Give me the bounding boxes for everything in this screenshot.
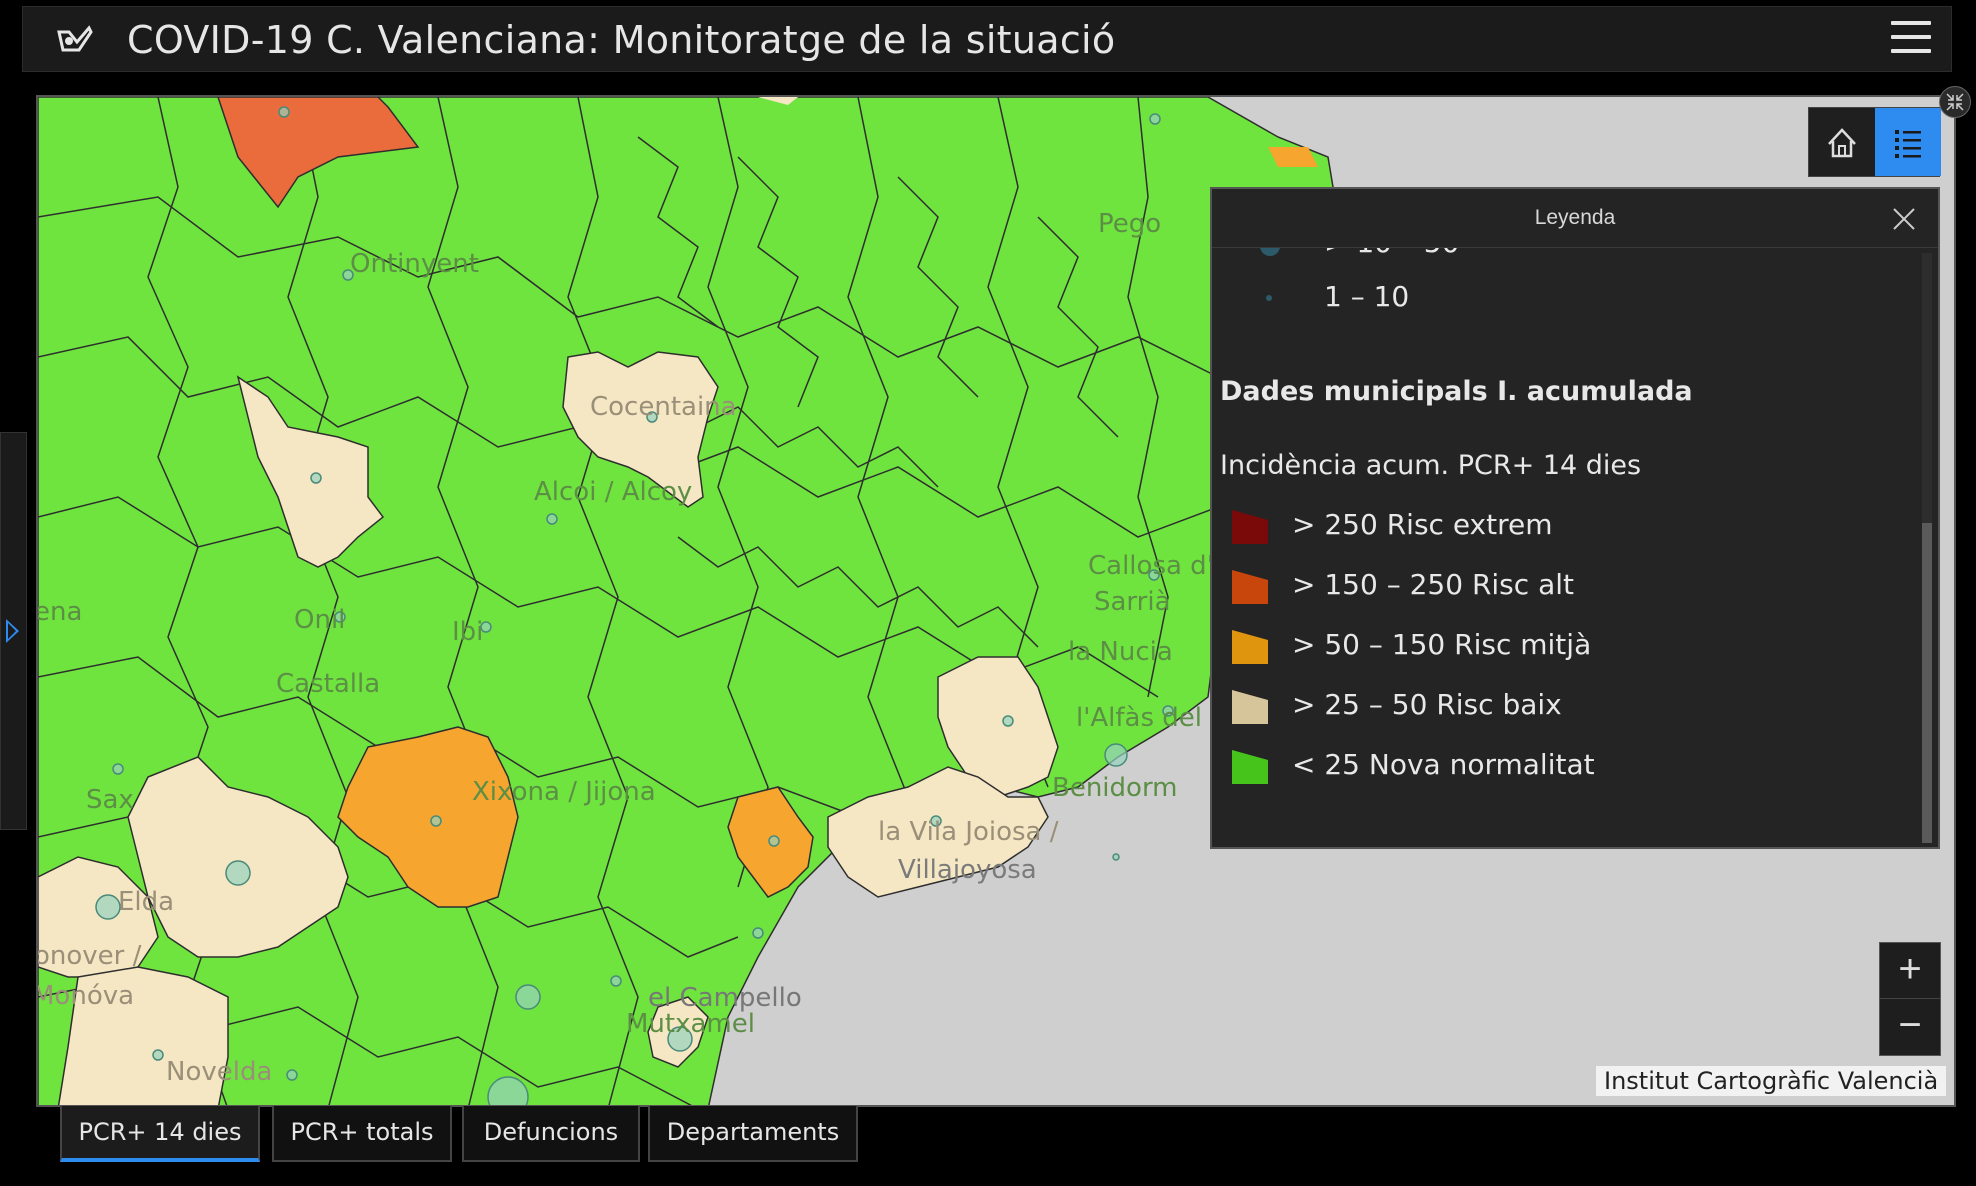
map-label-vila-1: la Vila Joiosa / [878,817,1059,847]
map-label-sax: Sax [86,785,134,815]
map-label-novelda: Novelda [166,1057,273,1087]
legend-swatch-low [1232,690,1268,724]
legend-swatch-normal [1232,750,1268,784]
circle-size-icon-small [1266,295,1272,301]
map-label-vila-2: Villajoyosa [898,855,1037,885]
legend-subtitle: Incidència acum. PCR+ 14 dies [1220,450,1642,481]
zoom-controls: + − [1879,942,1941,1056]
app-header: COVID-19 C. Valenciana: Monitoratge de l… [22,6,1952,72]
legend-section-title: Dades municipals I. acumulada [1220,376,1693,407]
legend-item-medium: > 50 – 150 Risc mitjà [1292,628,1592,661]
legend-swatch-extreme [1232,510,1268,544]
map-label-ontinyent: Ontinyent [350,249,479,279]
legend-title: Leyenda [1534,206,1616,229]
map-label-xixona: Xixona / Jijona [472,777,656,807]
legend-scrollbar[interactable] [1922,253,1932,843]
close-icon[interactable] [1890,205,1918,233]
home-button[interactable] [1809,108,1875,176]
legend-panel: Leyenda > 10 – 50 1 – 10 Dades municipal… [1210,187,1940,849]
map-label-alfas: l'Alfàs del [1076,703,1203,733]
expand-chevron-icon [6,619,19,643]
legend-size-row: 1 – 10 [1324,280,1410,313]
map-attribution: Institut Cartogràfic Valencià [1596,1066,1947,1096]
zoom-out-button[interactable]: − [1880,999,1940,1054]
map-label-castalla: Castalla [276,669,381,699]
map-toolbar [1808,107,1941,177]
dove-logo-icon [57,25,93,52]
map-label-ibi: Ibi [452,617,484,647]
app-title: COVID-19 C. Valenciana: Monitoratge de l… [127,18,1116,62]
legend-body[interactable]: > 10 – 50 1 – 10 Dades municipals I. acu… [1212,248,1914,848]
map-label-mutxamel: Mutxamel [626,1009,755,1039]
collapse-arrows-icon [1946,93,1964,111]
legend-partial-row: > 10 – 50 [1324,248,1459,259]
tab-pcr-totals[interactable]: PCR+ totals [272,1106,452,1162]
legend-list-icon [1895,130,1921,158]
legend-swatch-high [1232,570,1268,604]
map-label-monover-2: Monóva [36,981,135,1011]
map-label-ena: ena [36,597,83,627]
legend-button[interactable] [1875,108,1941,176]
legend-item-high: > 150 – 250 Risc alt [1292,568,1574,601]
legend-scrollbar-thumb[interactable] [1922,523,1932,843]
legend-item-extreme: > 250 Risc extrem [1292,508,1553,541]
legend-item-low: > 25 – 50 Risc baix [1292,688,1562,721]
legend-swatch-medium [1232,630,1268,664]
hamburger-menu-icon[interactable] [1891,21,1931,59]
map-label-elda: Elda [118,887,175,917]
side-panel-toggle[interactable] [0,432,27,830]
map-label-nucia: la Nucia [1068,637,1173,667]
tab-pcr-14-dies[interactable]: PCR+ 14 dies [60,1106,260,1162]
map-label-onil: Onil [294,605,346,635]
legend-header: Leyenda [1212,189,1938,248]
home-icon [1828,128,1856,158]
collapse-map-button[interactable] [1939,86,1971,118]
circle-size-icon-large [1260,248,1280,256]
map-label-pego: Pego [1098,209,1162,239]
map-label-callosa-2: Sarrià [1094,587,1171,617]
legend-item-normal: < 25 Nova normalitat [1292,748,1595,781]
map-label-monover-1: onover / [36,941,142,971]
tab-departaments[interactable]: Departaments [648,1106,858,1162]
map-label-benidorm: Benidorm [1052,773,1178,803]
tab-defuncions[interactable]: Defuncions [462,1106,640,1162]
map-label-alcoi: Alcoi / Alcoy [534,477,693,507]
map-label-cocentaina: Cocentaina [590,392,737,422]
zoom-in-button[interactable]: + [1880,943,1940,999]
